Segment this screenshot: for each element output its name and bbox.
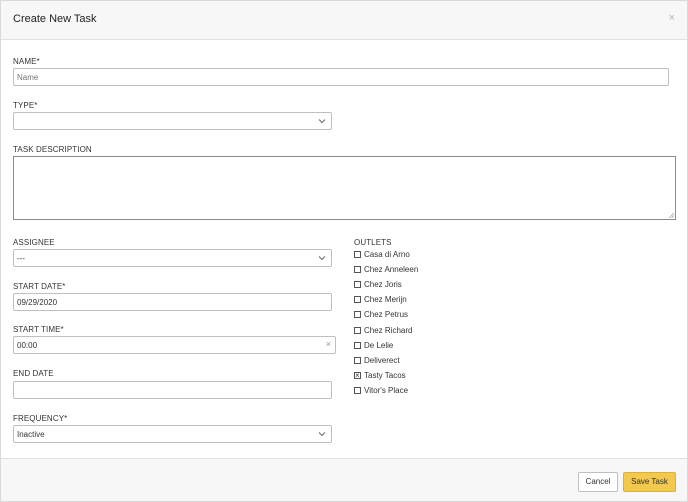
outlet-checkbox[interactable]	[354, 387, 361, 394]
outlet-label: De Lelie	[364, 341, 394, 350]
name-input[interactable]	[13, 68, 669, 86]
outlet-label: Vitor's Place	[364, 386, 409, 395]
cancel-button[interactable]: Cancel	[578, 472, 618, 492]
outlet-label: Chez Anneleen	[364, 265, 419, 274]
type-select[interactable]	[13, 112, 332, 130]
modal-header: Create New Task ×	[1, 1, 687, 40]
outlet-label: Deliverect	[364, 356, 400, 365]
outlet-checkbox[interactable]	[354, 357, 361, 364]
description-label: TASK DESCRIPTION	[13, 145, 92, 154]
start-date-input[interactable]: 09/29/2020	[13, 293, 332, 311]
name-label: NAME*	[13, 57, 40, 66]
chevron-down-icon	[318, 256, 326, 261]
outlet-checkbox[interactable]	[354, 311, 361, 318]
modal-footer: Cancel Save Task	[1, 458, 687, 501]
outlet-checkbox[interactable]	[354, 342, 361, 349]
assignee-select-value: ---	[17, 254, 25, 263]
outlet-checkbox[interactable]	[354, 296, 361, 303]
assignee-select[interactable]: ---	[13, 249, 332, 267]
outlet-checkbox[interactable]	[354, 281, 361, 288]
chevron-down-icon	[318, 432, 326, 437]
assignee-label: ASSIGNEE	[13, 238, 55, 247]
outlet-label: Casa di Arno	[364, 250, 410, 259]
description-textarea[interactable]	[13, 156, 676, 220]
start-date-value: 09/29/2020	[17, 298, 58, 307]
outlet-checkbox[interactable]	[354, 266, 361, 273]
close-icon[interactable]: ×	[669, 12, 675, 24]
create-task-modal: Create New Task × NAME* TYPE* TASK DESCR…	[0, 0, 688, 502]
outlet-checkbox-checked[interactable]	[354, 370, 361, 381]
outlet-label: Tasty Tacos	[364, 371, 406, 380]
outlet-label: Chez Richard	[364, 326, 413, 335]
outlet-label: Chez Joris	[364, 280, 402, 289]
type-label: TYPE*	[13, 101, 38, 110]
save-task-button[interactable]: Save Task	[623, 472, 676, 492]
start-date-label: START DATE*	[13, 282, 66, 291]
end-date-input[interactable]	[13, 381, 332, 399]
outlet-checkbox[interactable]	[354, 251, 361, 258]
modal-title: Create New Task	[13, 13, 97, 25]
frequency-select[interactable]: Inactive	[13, 425, 332, 443]
start-time-value: 00:00	[17, 341, 38, 350]
end-date-label: END DATE	[13, 369, 54, 378]
chevron-down-icon	[318, 119, 326, 124]
frequency-select-value: Inactive	[17, 430, 45, 439]
outlets-label: OUTLETS	[354, 238, 392, 247]
outlet-checkbox[interactable]	[354, 327, 361, 334]
resize-handle-icon[interactable]	[669, 213, 674, 218]
start-time-input[interactable]: 00:00 ×	[13, 336, 336, 354]
frequency-label: FREQUENCY*	[13, 414, 68, 423]
outlet-label: Chez Merijn	[364, 295, 407, 304]
clear-time-icon[interactable]: ×	[326, 340, 331, 349]
start-time-label: START TIME*	[13, 325, 64, 334]
outlet-label: Chez Petrus	[364, 310, 409, 319]
